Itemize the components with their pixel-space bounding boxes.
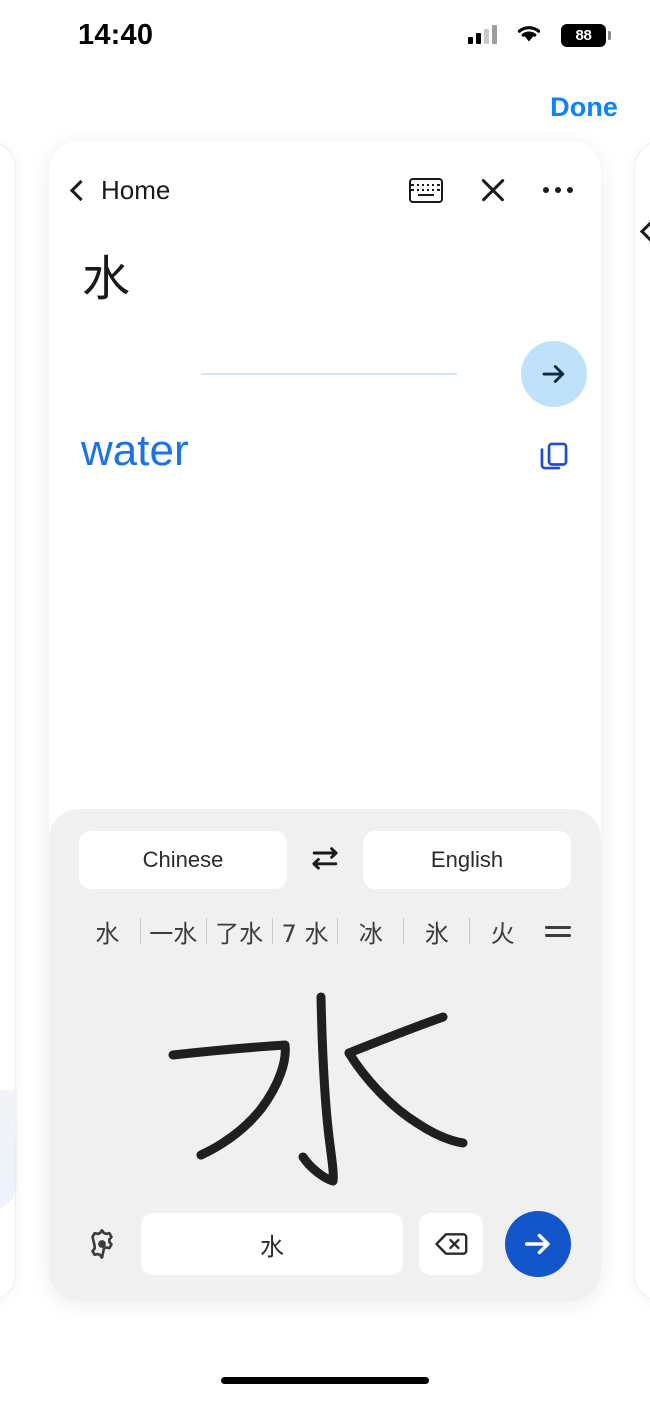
suggestion-item[interactable]: 了水 <box>207 914 272 949</box>
arrow-right-icon <box>542 365 565 383</box>
more-horizontal-icon <box>542 186 573 194</box>
arrow-right-icon <box>524 1233 550 1255</box>
handwriting-strokes <box>168 992 468 1186</box>
more-options-button[interactable] <box>542 186 573 194</box>
translation-body: 水 water <box>49 239 601 809</box>
battery-icon: 88 <box>561 23 611 47</box>
keyboard-toggle-button[interactable] <box>408 177 443 203</box>
translate-card: Home 水 water Chinese English 水 一水 了水 7 水… <box>49 141 601 1301</box>
back-home-label: Home <box>101 174 171 205</box>
adjacent-card-back-icon <box>639 220 650 243</box>
language-selector-row: Chinese English <box>49 831 601 889</box>
adjacent-card-right[interactable] <box>634 141 650 1301</box>
gear-icon <box>91 1229 113 1259</box>
suggestion-item[interactable]: 水 <box>75 914 140 949</box>
status-icons: 88 <box>468 22 611 49</box>
card-header: Home <box>49 141 601 239</box>
status-bar: 14:40 88 <box>0 0 650 70</box>
suggestion-item[interactable]: 冰 <box>338 914 403 949</box>
expand-suggestions-button[interactable] <box>535 925 575 937</box>
keyboard-settings-button[interactable] <box>79 1228 125 1260</box>
close-button[interactable] <box>479 176 507 204</box>
swap-horizontal-icon <box>312 846 338 870</box>
suggestion-strip: 水 一水 了水 7 水 冰 氷 火 <box>49 911 601 951</box>
home-indicator <box>221 1377 429 1384</box>
battery-level: 88 <box>575 26 592 44</box>
target-language-button[interactable]: English <box>363 831 571 889</box>
handwriting-canvas[interactable] <box>49 957 601 1205</box>
adjacent-card-left[interactable] <box>0 141 17 1301</box>
space-key[interactable]: 水 <box>141 1213 403 1275</box>
keyboard-enter-button[interactable] <box>505 1211 571 1277</box>
suggestion-item[interactable]: 7 水 <box>273 914 338 949</box>
header-icon-group <box>408 176 573 204</box>
input-divider-row <box>77 341 587 411</box>
swap-languages-button[interactable] <box>303 840 347 881</box>
wifi-icon <box>514 22 544 49</box>
suggestion-item[interactable]: 氷 <box>404 914 469 949</box>
suggestion-item[interactable]: 一水 <box>141 914 206 949</box>
status-time: 14:40 <box>78 18 154 51</box>
backspace-key[interactable] <box>419 1213 483 1275</box>
close-x-icon <box>479 176 507 204</box>
translation-result-row: water <box>77 426 573 476</box>
source-language-button[interactable]: Chinese <box>79 831 287 889</box>
backspace-icon <box>435 1233 468 1255</box>
translation-result-text[interactable]: water <box>81 426 189 475</box>
cellular-bars-icon <box>468 25 497 44</box>
source-text[interactable]: 水 <box>82 255 573 303</box>
keyboard-bottom-row: 水 <box>49 1205 601 1301</box>
handwriting-keyboard: Chinese English 水 一水 了水 7 水 冰 氷 火 水 <box>49 809 601 1301</box>
back-home-button[interactable]: Home <box>65 169 178 212</box>
input-underline <box>201 373 457 375</box>
copy-translation-button[interactable] <box>537 439 571 476</box>
keyboard-icon <box>408 177 443 203</box>
adjacent-card-left-tint <box>0 1090 17 1210</box>
top-action-bar: Done <box>0 84 650 130</box>
copy-icon <box>540 442 568 470</box>
chevron-left-icon <box>69 179 92 201</box>
suggestion-item[interactable]: 火 <box>470 914 535 949</box>
translate-go-button[interactable] <box>521 341 587 407</box>
done-button[interactable]: Done <box>550 92 618 123</box>
